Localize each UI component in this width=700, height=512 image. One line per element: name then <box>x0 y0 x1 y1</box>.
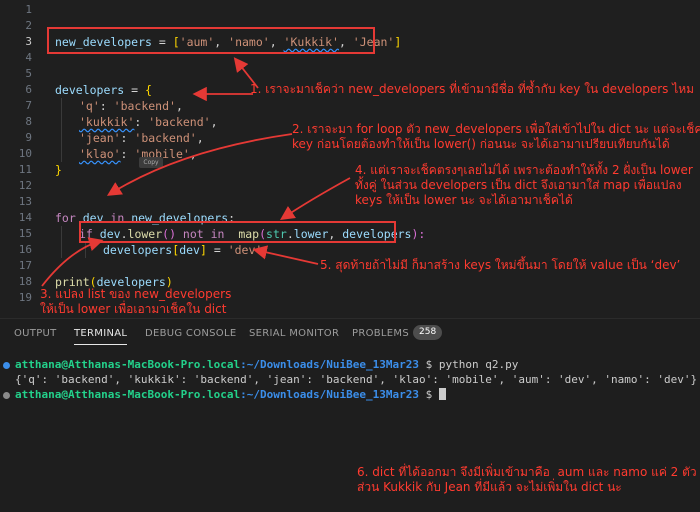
bracket: ): <box>411 227 426 241</box>
keyword: for <box>55 211 76 225</box>
problems-count-badge: 258 <box>413 325 443 340</box>
code-line-10[interactable]: } <box>55 162 62 178</box>
identifier: dev <box>179 243 200 257</box>
highlight-box-new-developers <box>47 27 375 54</box>
string-literal: 'jean' <box>79 131 121 145</box>
code-line-15[interactable]: developers[dev] = 'dev' <box>103 242 262 258</box>
annotation-note-1: 1. เราจะมาเช็คว่า new_developers ที่เข้า… <box>250 82 695 96</box>
code-line-5[interactable]: developers = { <box>55 82 152 98</box>
terminal-output-line: {'q': 'backend', 'kukkik': 'backend', 'j… <box>15 372 697 387</box>
code-line-6[interactable]: 'q': 'backend', <box>79 98 183 114</box>
terminal-prompt: $ <box>418 358 439 371</box>
punctuation: , <box>196 131 204 145</box>
bracket: ] <box>394 35 402 49</box>
code-line-9[interactable]: 'klao': 'mobile', <box>79 146 197 162</box>
line-number: 2 <box>25 19 32 32</box>
code-line-7[interactable]: 'kukkik': 'backend', <box>79 114 218 130</box>
line-number: 18 <box>18 275 32 288</box>
terminal-path: :~/Downloads/NuiBee_13Mar23 <box>240 358 419 371</box>
punctuation: : <box>120 131 135 145</box>
line-number: 15 <box>18 227 32 240</box>
terminal-command-line: atthana@Atthanas-MacBook-Pro.local:~/Dow… <box>15 357 518 372</box>
operator: = <box>124 83 146 97</box>
terminal-output-added: 'aum': 'dev', 'namo': 'dev'} <box>511 373 698 386</box>
line-number: 13 <box>18 195 32 208</box>
string-literal: 'backend' <box>134 131 197 145</box>
line-number: 12 <box>18 179 32 192</box>
terminal-command: python q2.py <box>438 358 519 371</box>
annotation-note-5: 5. สุดท้ายถ้าไม่มี ก็มาสร้าง keys ใหม่ขึ… <box>320 258 681 272</box>
line-number: 8 <box>25 115 32 128</box>
line-number: 16 <box>18 243 32 256</box>
tab-terminal[interactable]: TERMINAL <box>74 328 128 345</box>
prompt-dot-icon <box>3 392 10 399</box>
terminal-prompt: $ <box>418 388 439 401</box>
line-number: 14 <box>18 211 32 224</box>
line-number: 10 <box>18 147 32 160</box>
tab-debug-console[interactable]: DEBUG CONSOLE <box>145 328 236 339</box>
command-success-dot-icon <box>3 362 10 369</box>
bracket: { <box>145 83 152 97</box>
punctuation: , <box>189 147 197 161</box>
annotation-note-3: 3. แปลง list ของ new_developers ให้เป็น … <box>40 287 232 316</box>
identifier: developers <box>55 83 125 97</box>
tab-serial-monitor[interactable]: SERIAL MONITOR <box>249 328 339 339</box>
line-number: 1 <box>25 3 32 16</box>
line-number: 7 <box>25 99 32 112</box>
punctuation: : <box>120 147 135 161</box>
indent-guide <box>85 242 86 258</box>
line-number: 17 <box>18 259 32 272</box>
indent-guide <box>61 226 62 258</box>
identifier: developers <box>103 243 173 257</box>
operator: = <box>206 243 228 257</box>
terminal-cursor <box>438 388 446 400</box>
terminal-user-host: atthana@Atthanas-MacBook-Pro.local <box>15 358 241 371</box>
panel-tab-bar: OUTPUT TERMINAL DEBUG CONSOLE SERIAL MON… <box>0 318 700 349</box>
bracket: ] <box>199 243 207 257</box>
line-number: 4 <box>25 51 32 64</box>
string-literal: 'kukkik' <box>79 115 135 129</box>
copy-tooltip[interactable]: Copy <box>139 157 163 168</box>
indent-guide <box>61 98 62 162</box>
string-literal: 'klao' <box>79 147 121 161</box>
line-number: 11 <box>18 163 32 176</box>
line-number: 3 <box>25 35 32 48</box>
line-number: 19 <box>18 291 32 304</box>
annotation-note-2: 2. เราจะมา for loop ตัว new_developers เ… <box>292 122 700 151</box>
line-number: 6 <box>25 83 32 96</box>
terminal-prompt-line[interactable]: atthana@Atthanas-MacBook-Pro.local:~/Dow… <box>15 387 446 402</box>
terminal-output: {'q': 'backend', 'kukkik': 'backend', 'j… <box>15 373 512 386</box>
string-literal: 'q' <box>79 99 100 113</box>
annotation-note-6: 6. dict ที่ได้ออกมา จึงมีเพิ่มเข้ามาคือ … <box>357 465 697 494</box>
string-literal: 'backend' <box>113 99 176 113</box>
terminal-path: :~/Downloads/NuiBee_13Mar23 <box>240 388 419 401</box>
line-number: 5 <box>25 67 32 80</box>
punctuation: : <box>134 115 149 129</box>
string-literal: 'backend' <box>148 115 211 129</box>
string-literal: 'dev' <box>227 243 263 257</box>
bracket: } <box>55 163 62 177</box>
tab-output[interactable]: OUTPUT <box>14 328 57 339</box>
punctuation: , <box>175 99 183 113</box>
highlight-box-if-condition <box>79 221 396 243</box>
punctuation: : <box>99 99 114 113</box>
code-line-8[interactable]: 'jean': 'backend', <box>79 130 204 146</box>
punctuation: , <box>210 115 218 129</box>
tab-problems[interactable]: PROBLEMS <box>352 328 409 339</box>
terminal-user-host: atthana@Atthanas-MacBook-Pro.local <box>15 388 241 401</box>
annotation-note-4: 4. แต่เราจะเช็คตรงๆเลยไม่ได้ เพราะต้องทำ… <box>355 163 693 207</box>
line-number: 9 <box>25 131 32 144</box>
